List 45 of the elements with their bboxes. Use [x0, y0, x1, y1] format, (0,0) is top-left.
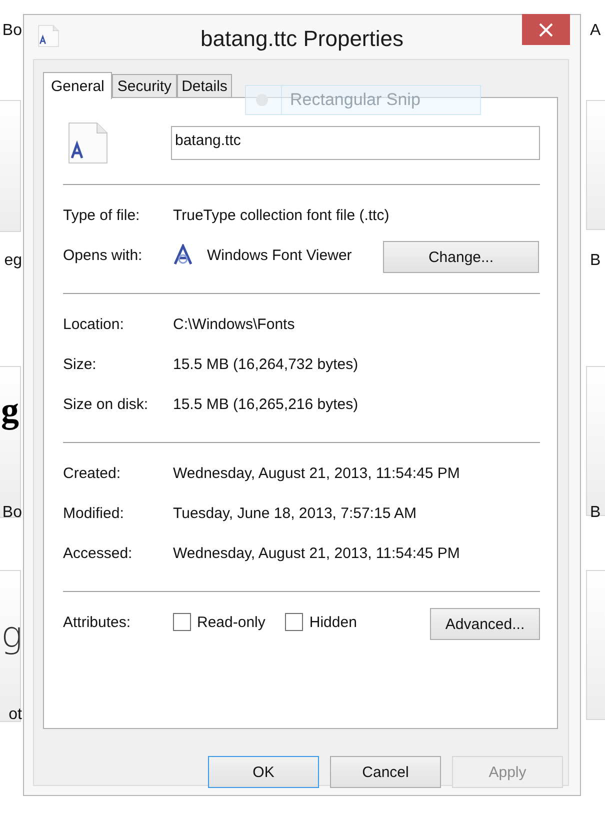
checkbox-label: Hidden — [309, 614, 357, 630]
tooltip: Rectangular Snip — [245, 85, 481, 115]
property-value: C:\Windows\Fonts — [173, 316, 295, 332]
font-preview: g — [1, 614, 23, 658]
property-label: Size on disk: — [63, 396, 150, 412]
font-name: Bo — [2, 504, 22, 522]
property-label: Attributes: — [63, 614, 132, 630]
checkbox-label: Read-only — [197, 614, 266, 630]
tab[interactable]: General — [43, 72, 112, 99]
file-name-field[interactable]: batang.ttc — [171, 126, 540, 160]
checkbox[interactable] — [173, 613, 191, 631]
font-file-icon — [35, 25, 61, 47]
dot-icon — [256, 94, 268, 106]
property-value: TrueType collection font file (.ttc) — [173, 206, 390, 224]
dialog-button[interactable]: OK — [208, 756, 319, 788]
close-icon — [539, 22, 553, 36]
window-title: batang.ttc Properties — [200, 25, 404, 52]
font-name: B — [590, 504, 601, 522]
property-label: Created: — [63, 464, 122, 482]
font-viewer-icon — [173, 244, 193, 266]
font-preview: g — [1, 389, 19, 432]
property-value: Windows Font Viewer — [207, 246, 352, 264]
property-label: Size: — [63, 356, 98, 372]
font-name: B — [590, 252, 601, 270]
property-value: Tuesday, June 18, 2013, 7:57:15 AM — [173, 504, 417, 522]
tab[interactable]: Security — [112, 74, 177, 98]
property-label: Opens with: — [63, 246, 144, 264]
font-name: A — [590, 22, 601, 40]
property-label: Modified: — [63, 504, 125, 522]
close-button[interactable] — [522, 14, 570, 45]
checkbox[interactable] — [285, 613, 304, 631]
font-name: Bo — [2, 22, 22, 40]
property-label: Location: — [63, 316, 125, 332]
font-name: ot — [8, 706, 22, 724]
font-name: eg — [4, 252, 22, 270]
property-label: Type of file: — [63, 206, 141, 224]
property-value: Wednesday, August 21, 2013, 11:54:45 PM — [173, 544, 460, 562]
change-button[interactable]: Change... — [383, 241, 539, 273]
property-value: Wednesday, August 21, 2013, 11:54:45 PM — [173, 464, 460, 482]
property-label: Accessed: — [63, 544, 134, 562]
advanced-button[interactable]: Advanced... — [430, 608, 540, 640]
tab[interactable]: Details — [176, 74, 232, 98]
dialog-button[interactable]: Cancel — [330, 756, 441, 788]
property-value: 15.5 MB (16,265,216 bytes) — [173, 396, 358, 412]
property-value: 15.5 MB (16,264,732 bytes) — [173, 356, 358, 372]
